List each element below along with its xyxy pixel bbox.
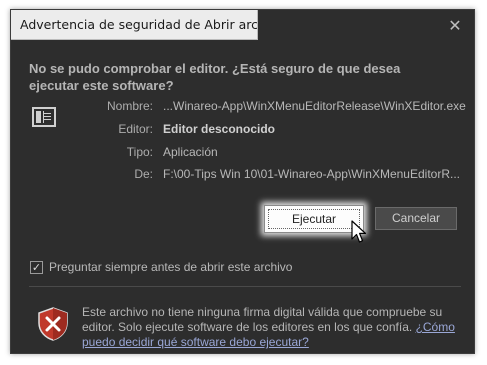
close-icon: ✕ xyxy=(448,16,462,35)
type-label: Tipo: xyxy=(126,145,153,159)
type-value: Aplicación xyxy=(163,145,218,159)
warning-text: Este archivo no tiene ninguna firma digi… xyxy=(82,305,443,334)
name-value: ...Winareo-App\WinXMenuEditorRelease\Win… xyxy=(163,99,466,113)
from-value: F:\00-Tips Win 10\01-Winareo-App\WinXMen… xyxy=(163,167,460,181)
security-warning-dialog: Advertencia de seguridad de Abrir archiv… xyxy=(10,9,475,354)
security-shield-icon xyxy=(38,307,68,341)
checkmark-icon: ✓ xyxy=(31,261,42,274)
focus-ring xyxy=(268,209,360,229)
close-button[interactable]: ✕ xyxy=(444,15,466,37)
publisher-label: Editor: xyxy=(118,122,153,136)
dialog-heading: No se pudo comprobar el editor. ¿Está se… xyxy=(29,61,401,93)
always-ask-checkbox[interactable]: ✓ xyxy=(30,261,43,274)
publisher-value: Editor desconocido xyxy=(163,122,276,136)
mouse-pointer-icon xyxy=(351,220,367,243)
always-ask-label[interactable]: Preguntar siempre antes de abrir este ar… xyxy=(49,260,292,274)
separator xyxy=(29,286,461,287)
name-label: Nombre: xyxy=(106,99,153,113)
from-label: De: xyxy=(134,167,153,181)
warning-message: Este archivo no tiene ninguna firma digi… xyxy=(82,305,462,350)
window-title: Advertencia de seguridad de Abrir archiv… xyxy=(11,10,258,40)
cancel-button[interactable]: Cancelar xyxy=(375,207,457,230)
run-button[interactable]: Ejecutar xyxy=(264,205,364,233)
title-bar: Advertencia de seguridad de Abrir archiv… xyxy=(11,10,474,42)
